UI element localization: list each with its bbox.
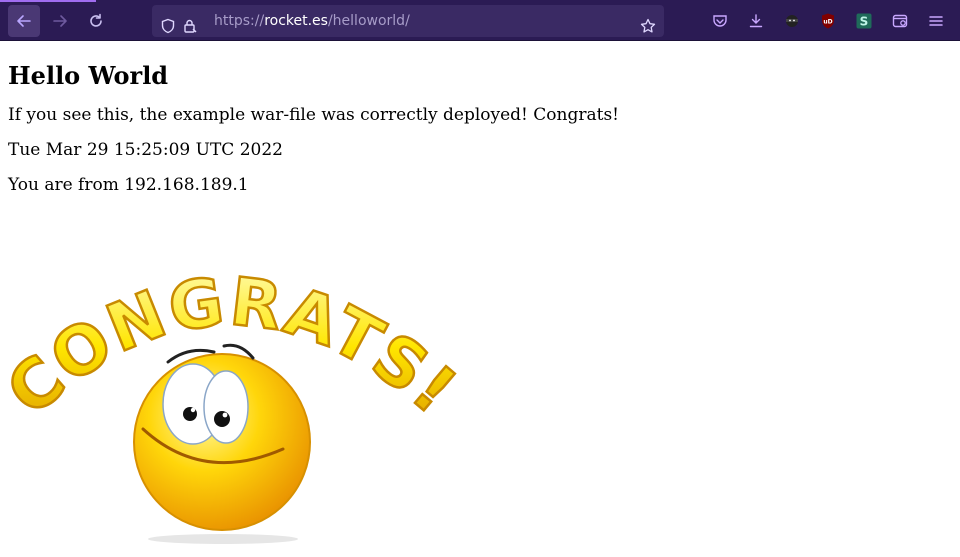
active-tab-accent — [0, 0, 96, 2]
svg-text:uD: uD — [823, 19, 832, 26]
ninja-extension-icon[interactable] — [776, 5, 808, 37]
page-content: Hello World If you see this, the example… — [8, 42, 948, 544]
hamburger-menu-icon[interactable] — [920, 5, 952, 37]
deploy-message: If you see this, the example war-file wa… — [8, 105, 620, 125]
svg-text:S: S — [860, 15, 869, 29]
congrats-smiley-image: CONGRATS! — [8, 262, 458, 544]
forward-button[interactable] — [44, 5, 76, 37]
reload-icon — [90, 13, 102, 27]
downloads-icon[interactable] — [740, 5, 772, 37]
reload-button[interactable] — [80, 5, 112, 37]
address-bar[interactable]: https://rocket.es/helloworld/ — [152, 5, 664, 37]
ublock-origin-icon[interactable]: uD — [812, 5, 844, 37]
container-tab-icon[interactable] — [884, 5, 916, 37]
client-ip-text: You are from 192.168.189.1 — [8, 175, 249, 195]
forward-arrow-icon — [53, 15, 67, 27]
lock-icon[interactable] — [174, 10, 206, 42]
url-path: /helloworld/ — [327, 13, 410, 29]
s-extension-icon[interactable]: S — [848, 5, 880, 37]
browser-toolbar: https://rocket.es/helloworld/ uD S — [0, 0, 960, 41]
back-button[interactable] — [8, 5, 40, 37]
pocket-icon[interactable] — [704, 5, 736, 37]
bookmark-star-icon[interactable] — [632, 10, 664, 42]
url-scheme: https:// — [214, 13, 265, 29]
back-arrow-icon — [17, 15, 31, 27]
url-text[interactable]: https://rocket.es/helloworld/ — [214, 5, 410, 37]
timestamp-text: Tue Mar 29 15:25:09 UTC 2022 — [8, 140, 283, 160]
page-heading: Hello World — [8, 61, 169, 90]
url-host: rocket.es — [264, 13, 328, 29]
